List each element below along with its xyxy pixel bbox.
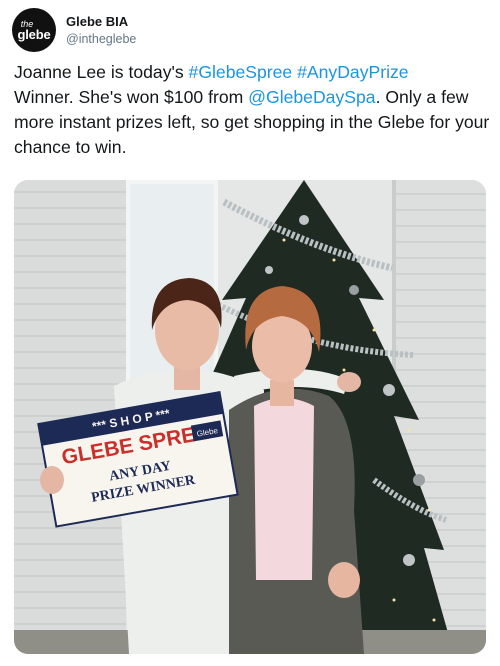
tweet-header: the glebe Glebe BIA @intheglebe [12,8,136,52]
account-handle[interactable]: @intheglebe [66,32,136,46]
tweet-text: Joanne Lee is today's #GlebeSpree #AnyDa… [14,60,490,160]
display-name[interactable]: Glebe BIA [66,14,136,29]
tweet-text-part: Winner. She's won $100 from [14,87,244,107]
avatar[interactable]: the glebe [12,8,56,52]
tweet-text-part: Joanne Lee is today's [14,62,189,82]
photo-illustration: *** S H O P *** GLEBE SPREE ANY DAY PRIZ… [14,180,486,654]
hashtag-anydayprize[interactable]: #AnyDayPrize [297,62,408,82]
tweet-card: the glebe Glebe BIA @intheglebe Joanne L… [0,0,500,666]
avatar-logo-main: glebe [17,26,51,42]
tweet-photo[interactable]: *** S H O P *** GLEBE SPREE ANY DAY PRIZ… [14,180,486,654]
hashtag-glebespree[interactable]: #GlebeSpree [189,62,293,82]
mention-glebedayspa[interactable]: @GlebeDaySpa [248,87,375,107]
account-names: Glebe BIA @intheglebe [66,14,136,46]
